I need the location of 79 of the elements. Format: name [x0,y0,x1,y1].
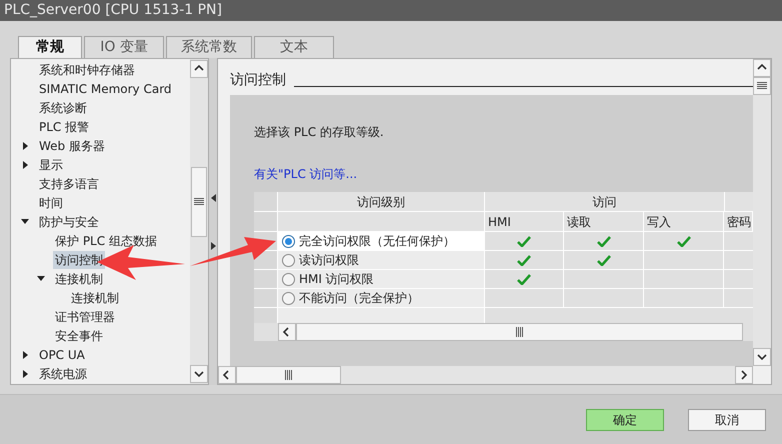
column-header: 读取 [564,212,644,231]
column-header: 写入 [644,212,724,231]
help-link[interactable]: 有关"PLC 访问等... [254,165,753,183]
table-cell[interactable]: HMI 访问权限 [278,270,485,288]
tree-item[interactable]: 保护 PLC 组态数据 [53,232,159,250]
scroll-button[interactable] [735,366,753,384]
column-header: 密码 [724,212,753,231]
column-header: 访问 [485,192,725,211]
collapsed-arrow-icon[interactable] [22,350,28,358]
scroll-button[interactable] [278,323,296,341]
tree-item[interactable]: 系统和时钟存储器 [37,60,137,78]
checkmark-icon [596,236,610,246]
table-cell[interactable]: 读访问权限 [278,251,485,269]
table-cell[interactable]: 不能访问（完全保护） [278,289,485,307]
section-title: 访问控制 [230,71,286,90]
expanded-arrow-icon[interactable] [37,276,45,281]
radio-button[interactable] [282,272,295,286]
scroll-button[interactable] [753,348,771,366]
scroll-button[interactable] [218,366,236,384]
tree-item[interactable]: 防护与安全 [37,212,101,230]
collapsed-arrow-icon[interactable] [22,160,28,168]
dialog-button[interactable]: 确定 [586,408,664,430]
tree-item[interactable]: 支持多语言 [37,174,101,192]
tree-item[interactable]: 时间 [37,194,65,212]
checkmark-icon [676,236,690,246]
scroll-button[interactable] [753,59,771,77]
grip-icon [757,82,767,90]
tree-item[interactable]: 连接机制 [53,270,105,288]
grip-icon [284,370,292,380]
dialog-button[interactable]: 取消 [688,408,766,430]
tree-item[interactable]: Web 服务器 [37,136,107,154]
scroll-thumb[interactable] [191,166,208,236]
tree-item[interactable]: 证书管理器 [53,308,117,326]
radio-button[interactable] [282,234,295,248]
window-title: PLC_Server00 [CPU 1513-1 PN] [4,1,222,20]
tab[interactable]: 常规 [18,36,82,58]
tab[interactable]: 文本 [254,36,334,58]
tree-item[interactable]: 安全事件 [53,326,105,344]
tree-item[interactable]: OPC UA [37,346,87,364]
table-cell [724,251,753,269]
tree-item[interactable]: 系统诊断 [37,98,89,116]
tree-item[interactable]: 连接机制 [69,288,121,306]
table-cell [724,289,753,307]
checkmark-icon [517,236,531,246]
checkmark-icon [517,254,531,266]
tab[interactable]: 系统常数 [166,36,252,58]
vertical-scrollbar[interactable] [190,59,208,384]
description-text: 选择该 PLC 的存取等级. [254,124,385,141]
scroll-thumb[interactable] [753,77,771,95]
tree-item[interactable]: PLC 报警 [37,118,92,136]
tree-item[interactable]: SIMATIC Memory Card [37,80,174,98]
tree-item[interactable]: 显示 [37,156,65,174]
scroll-button[interactable] [190,60,208,78]
table-cell[interactable]: 完全访问权限（无任何保护） [278,232,485,250]
grip-icon [194,198,204,206]
tab[interactable]: IO 变量 [84,36,164,58]
collapsed-arrow-icon[interactable] [22,370,28,378]
grip-icon [516,327,524,337]
expanded-arrow-icon[interactable] [21,219,29,224]
column-header [725,192,753,211]
collapsed-arrow-icon[interactable] [22,142,28,150]
expand-arrow-icon[interactable] [210,242,216,250]
checkmark-icon [517,274,531,284]
access-level-label: 读访问权限 [299,252,359,269]
table-cell [724,270,753,288]
radio-button[interactable] [282,292,295,304]
collapse-arrow-icon[interactable] [210,194,216,202]
access-level-label: HMI 访问权限 [299,271,374,288]
radio-button[interactable] [282,254,295,266]
checkmark-icon [596,254,610,266]
scroll-thumb[interactable] [236,366,341,384]
access-level-label: 完全访问权限（无任何保护） [299,233,455,250]
access-level-label: 不能访问（完全保护） [299,290,419,307]
column-header: HMI [485,212,564,231]
tree-item[interactable]: 系统电源 [37,364,89,382]
horizontal-scrollbar[interactable] [218,366,753,384]
scroll-button[interactable] [190,365,208,383]
column-header: 访问级别 [278,192,485,211]
vertical-scrollbar[interactable] [753,59,771,366]
